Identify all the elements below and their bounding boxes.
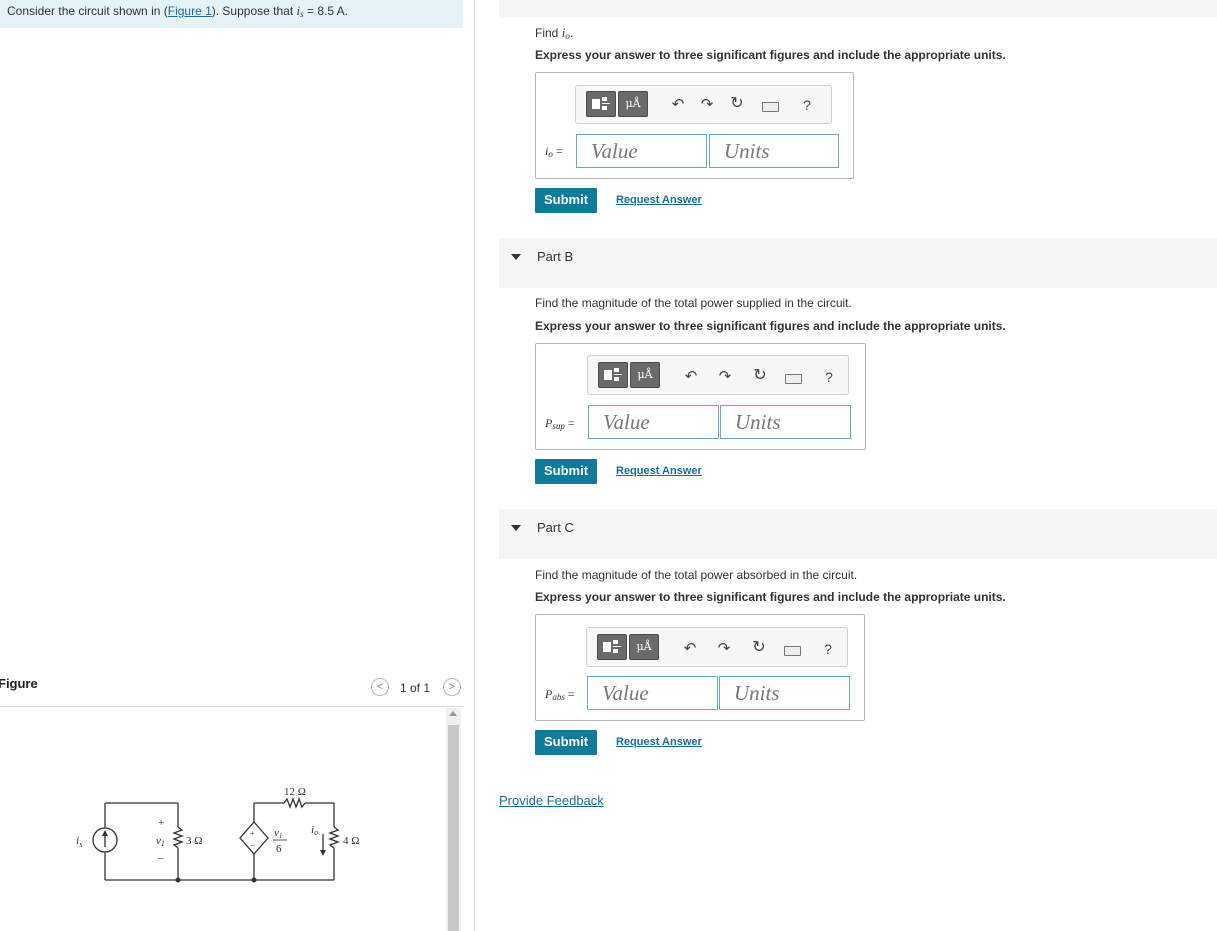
part-c-label: Pabs = (545, 687, 575, 702)
undo-icon[interactable]: ↶ (669, 97, 687, 113)
figure-link[interactable]: Figure 1 (168, 4, 212, 18)
reset-icon[interactable]: ↻ (751, 368, 769, 384)
intro-text: Consider the circuit shown in ( (7, 4, 168, 18)
redo-icon[interactable]: ↷ (715, 641, 733, 657)
part-c-toolbar: μÅ ↶ ↷ ↻ ? (586, 627, 848, 667)
part-c-question: Find the magnitude of the total power ab… (535, 568, 858, 582)
help-icon[interactable]: ? (819, 641, 837, 657)
r4-label: 4 Ω (343, 835, 359, 847)
part-c-instruction: Express your answer to three significant… (535, 590, 1006, 604)
undo-icon[interactable]: ↶ (681, 641, 699, 657)
r3-label: 3 Ω (186, 835, 202, 847)
is-label: is (76, 833, 82, 849)
intro-suffix: ). Suppose that (211, 4, 294, 18)
collapse-caret-icon[interactable] (511, 254, 521, 260)
part-b-header[interactable]: Part B (499, 238, 1217, 288)
figure-divider (0, 706, 463, 707)
part-b-question: Find the magnitude of the total power su… (535, 296, 852, 310)
template-icon[interactable] (586, 91, 616, 117)
reset-icon[interactable]: ↻ (750, 640, 768, 656)
part-c-submit-button[interactable]: Submit (535, 730, 597, 755)
problem-statement: Consider the circuit shown in (Figure 1)… (0, 0, 463, 28)
is-value: = 8.5 A. (306, 4, 349, 18)
redo-icon[interactable]: ↷ (698, 97, 716, 113)
v1-minus: − (158, 853, 164, 865)
part-c-answer-box: μÅ ↶ ↷ ↻ ? Pabs = Value Units (535, 614, 865, 721)
scroll-up-icon[interactable] (449, 711, 457, 716)
part-a-value-input[interactable]: Value (576, 134, 707, 168)
part-b-submit-button[interactable]: Submit (535, 459, 597, 484)
keyboard-icon[interactable] (785, 374, 802, 384)
figure-scrollbar-thumb[interactable] (448, 725, 459, 931)
part-b-toolbar: μÅ ↶ ↷ ↻ ? (587, 355, 849, 395)
figure-pager: 1 of 1 (400, 681, 431, 695)
undo-icon[interactable]: ↶ (682, 369, 700, 385)
part-b-answer-box: μÅ ↶ ↷ ↻ ? Psup = Value Units (535, 343, 866, 450)
part-c-header[interactable]: Part C (499, 509, 1217, 559)
keyboard-icon[interactable] (762, 102, 779, 112)
template-icon[interactable] (597, 634, 627, 660)
provide-feedback-link[interactable]: Provide Feedback (499, 793, 604, 808)
part-a-request-answer-link[interactable]: Request Answer (616, 194, 702, 206)
help-icon[interactable]: ? (820, 369, 838, 385)
part-a-toolbar: μÅ ↶ ↷ ↻ ? (575, 85, 832, 124)
units-icon[interactable]: μÅ (629, 634, 659, 660)
part-b-title: Part B (537, 249, 574, 264)
keyboard-icon[interactable] (784, 646, 801, 656)
part-a-answer-box: μÅ ↶ ↷ ↻ ? io = Value Units (535, 72, 854, 179)
next-figure-button[interactable]: > (443, 678, 461, 696)
dep-plus: + (250, 829, 255, 838)
prev-figure-button[interactable]: < (371, 678, 389, 696)
reset-icon[interactable]: ↻ (728, 96, 746, 112)
part-a-question: Find io. (535, 25, 574, 41)
part-c-request-answer-link[interactable]: Request Answer (616, 736, 702, 748)
v1-label: v1 (156, 835, 165, 848)
part-b-instruction: Express your answer to three significant… (535, 319, 1006, 333)
part-b-request-answer-link[interactable]: Request Answer (616, 465, 702, 477)
units-icon[interactable]: μÅ (630, 362, 660, 388)
is-symbol: is (296, 3, 304, 19)
collapse-caret-icon[interactable] (511, 525, 521, 531)
part-c-value-input[interactable]: Value (587, 676, 718, 710)
figure-header: Figure (0, 676, 38, 691)
io-label: io (311, 824, 318, 837)
part-b-units-input[interactable]: Units (720, 405, 851, 439)
part-a-units-input[interactable]: Units (709, 134, 839, 168)
part-b-label: Psup = (545, 416, 575, 431)
r12-label: 12 Ω (284, 786, 306, 798)
redo-icon[interactable]: ↷ (716, 369, 734, 385)
part-c-units-input[interactable]: Units (719, 676, 850, 710)
v1-plus: + (158, 817, 164, 829)
help-icon[interactable]: ? (798, 97, 816, 113)
part-c-title: Part C (537, 520, 574, 535)
part-a-submit-button[interactable]: Submit (535, 188, 597, 213)
part-b-value-input[interactable]: Value (588, 405, 719, 439)
template-icon[interactable] (598, 362, 628, 388)
circuit-diagram: is + v1 − 3 Ω + − v1 6 12 Ω io 4 Ω (76, 786, 359, 883)
part-a-label: io = (545, 144, 563, 159)
panel-divider (474, 0, 475, 931)
dep-minus: − (250, 841, 255, 850)
part-a-instruction: Express your answer to three significant… (535, 48, 1006, 62)
units-icon[interactable]: μÅ (618, 91, 648, 117)
frac-numerator: v1 (274, 827, 282, 840)
part-a-header-band (499, 0, 1217, 17)
frac-denominator: 6 (276, 843, 282, 855)
